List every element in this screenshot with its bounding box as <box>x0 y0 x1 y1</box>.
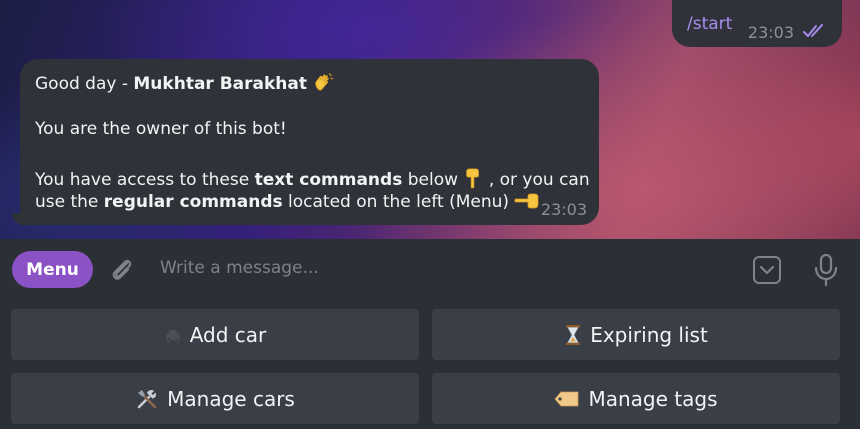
manage-tags-button[interactable]: Manage tags <box>432 373 840 424</box>
microphone-icon[interactable] <box>812 253 840 287</box>
expiring-list-button[interactable]: Expiring list <box>432 309 840 360</box>
car-icon <box>164 326 182 344</box>
manage-cars-label: Manage cars <box>167 386 295 411</box>
waving-hand-icon <box>312 73 334 94</box>
expiring-list-label: Expiring list <box>590 322 708 347</box>
user-name: Mukhtar Barakhat <box>133 74 308 94</box>
outgoing-message[interactable]: /start 23:03 <box>672 0 842 47</box>
command-text[interactable]: /start <box>687 14 732 34</box>
tools-icon <box>135 387 159 411</box>
owner-line: You are the owner of this bot! <box>35 119 287 139</box>
add-car-label: Add car <box>189 322 267 347</box>
add-car-button[interactable]: Add car <box>11 309 419 360</box>
bot-keyboard: Add car Expiring list Manage cars Manage… <box>0 300 860 429</box>
paperclip-icon[interactable] <box>107 255 137 285</box>
message-time: 23:03 <box>747 23 794 42</box>
manage-cars-button[interactable]: Manage cars <box>11 373 419 424</box>
keyboard-toggle-icon[interactable] <box>752 255 782 285</box>
greeting-line: Good day - Mukhtar Barakhat <box>35 71 334 94</box>
pointing-left-icon <box>514 192 540 212</box>
incoming-message[interactable]: Good day - Mukhtar Barakhat You are the … <box>20 59 599 225</box>
read-checkmarks-icon <box>803 24 823 37</box>
message-input-bar: Menu Write a message... <box>0 239 860 300</box>
pointing-down-icon <box>463 168 488 190</box>
chat-history: /start 23:03 Good day - Mukhtar Barakhat… <box>0 0 860 239</box>
hourglass-icon <box>564 324 582 346</box>
menu-hint-line: use the regular commands located on the … <box>35 192 540 212</box>
manage-tags-label: Manage tags <box>588 386 718 411</box>
tag-icon <box>554 390 580 408</box>
message-input[interactable]: Write a message... <box>160 258 319 278</box>
message-time: 23:03 <box>540 200 587 219</box>
access-line: You have access to these text commands b… <box>35 168 590 190</box>
menu-button[interactable]: Menu <box>12 251 93 288</box>
